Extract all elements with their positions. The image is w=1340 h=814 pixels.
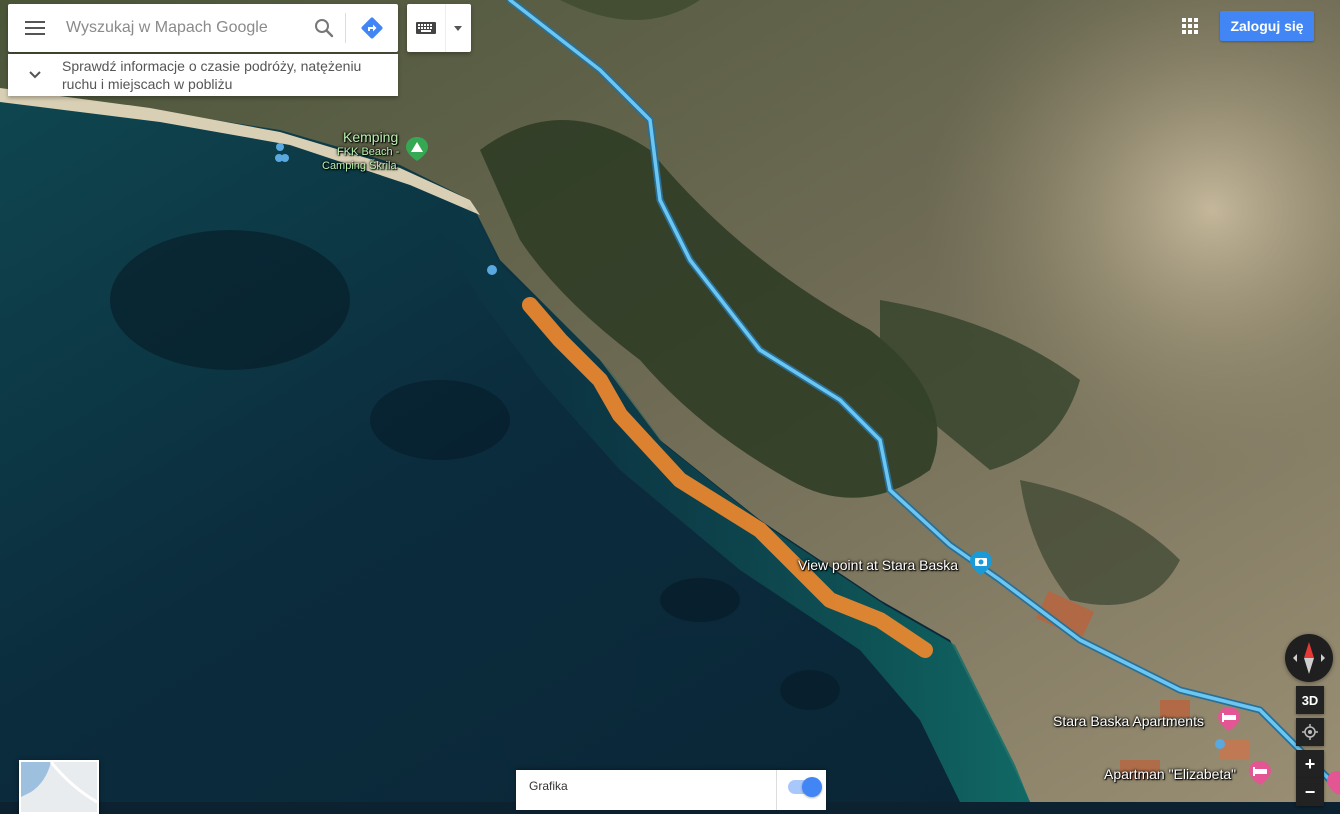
map-thumbnail-icon	[21, 762, 97, 812]
caret-down-icon	[454, 25, 462, 31]
blue-dot-icon	[487, 265, 497, 275]
toggle-knob	[802, 777, 822, 797]
search-button[interactable]	[303, 4, 345, 52]
apps-button[interactable]	[1176, 12, 1204, 40]
bed-icon	[1327, 771, 1340, 795]
hotel-pin[interactable]	[1248, 760, 1272, 791]
divider	[776, 770, 777, 810]
bed-icon	[1218, 707, 1240, 731]
zoom-in-button[interactable]: +	[1296, 750, 1324, 778]
compass-icon	[1293, 642, 1325, 674]
menu-button[interactable]	[8, 4, 62, 52]
keyboard-icon	[416, 22, 436, 34]
search-icon	[315, 19, 334, 38]
my-location-button[interactable]	[1296, 718, 1324, 746]
keyboard-button[interactable]	[407, 4, 445, 52]
search-input[interactable]	[62, 8, 303, 48]
bed-icon	[1249, 761, 1271, 785]
viewpoint-pin[interactable]	[969, 550, 993, 581]
hotel-pin[interactable]	[1326, 770, 1340, 801]
input-tools	[407, 4, 471, 52]
poi-dot[interactable]	[486, 263, 498, 281]
menu-icon	[25, 21, 45, 35]
chevron-down-icon	[29, 71, 41, 79]
search-box	[8, 4, 398, 52]
directions-button[interactable]	[346, 4, 398, 52]
camera-icon	[970, 551, 992, 575]
kemping-label[interactable]: Kemping	[343, 129, 398, 145]
compass-button[interactable]	[1285, 634, 1333, 682]
layers-toggle-thumbnail[interactable]	[19, 760, 99, 814]
hotel-pin[interactable]	[1217, 706, 1241, 737]
signin-button[interactable]: Zaloguj się	[1220, 11, 1314, 41]
input-tools-dropdown[interactable]	[445, 4, 470, 52]
my-location-icon	[1302, 724, 1318, 740]
apps-grid-icon	[1182, 18, 1198, 34]
satellite-map[interactable]	[0, 0, 1340, 802]
camping-skrila-label[interactable]: Camping Škrila	[322, 160, 397, 172]
campsite-icon	[406, 137, 428, 161]
imagery-toggle[interactable]	[788, 777, 822, 797]
imagery-label: Grafika	[529, 779, 568, 793]
directions-icon	[361, 17, 383, 39]
camping-pin[interactable]	[405, 136, 429, 167]
stara-baska-apartments-label[interactable]: Stara Baska Apartments	[1053, 713, 1204, 729]
apartman-elizabeta-label[interactable]: Apartman "Elizabeta"	[1104, 766, 1236, 782]
imagery-panel: Grafika	[516, 770, 826, 810]
travel-info-panel[interactable]: Sprawdź informacje o czasie podróży, nat…	[8, 54, 398, 96]
expand-button[interactable]	[8, 71, 62, 79]
blue-dot-icon	[275, 143, 289, 162]
tilt-3d-button[interactable]: 3D	[1296, 686, 1324, 714]
poi-dot[interactable]	[1214, 737, 1226, 755]
blue-dot-icon	[1215, 739, 1225, 749]
poi-dot[interactable]	[274, 143, 290, 168]
viewpoint-label[interactable]: View point at Stara Baska	[798, 557, 958, 573]
fkk-beach-label[interactable]: FKK Beach -	[337, 146, 399, 158]
travel-info-text: Sprawdź informacje o czasie podróży, nat…	[62, 58, 362, 92]
